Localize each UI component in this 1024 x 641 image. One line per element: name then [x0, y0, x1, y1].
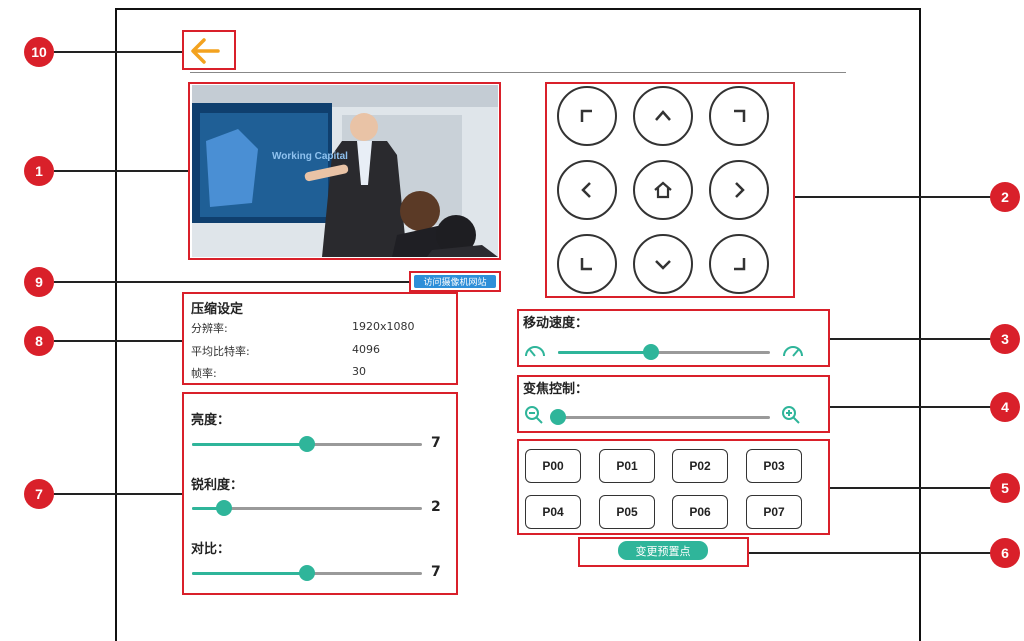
- callout-9: 9: [24, 267, 54, 297]
- callout-line-1: [54, 170, 188, 172]
- callout-line-7: [54, 493, 182, 495]
- highlight-compression: [182, 292, 458, 385]
- highlight-move-speed: [517, 309, 830, 367]
- callout-4: 4: [990, 392, 1020, 422]
- callout-1: 1: [24, 156, 54, 186]
- highlight-preview: [188, 82, 501, 260]
- callout-10: 10: [24, 37, 54, 67]
- callout-8: 8: [24, 326, 54, 356]
- callout-line-4: [830, 406, 993, 408]
- callout-6: 6: [990, 538, 1020, 568]
- callout-2: 2: [990, 182, 1020, 212]
- highlight-zoom: [517, 375, 830, 433]
- header-divider: [190, 72, 846, 73]
- highlight-ptz: [545, 82, 795, 298]
- callout-line-6: [749, 552, 993, 554]
- callout-line-5: [830, 487, 993, 489]
- highlight-image-settings: [182, 392, 458, 595]
- callout-line-2: [795, 196, 993, 198]
- callout-line-3: [830, 338, 993, 340]
- highlight-change-preset: [578, 537, 749, 567]
- callout-5: 5: [990, 473, 1020, 503]
- highlight-presets: [517, 439, 830, 535]
- highlight-back: [182, 30, 236, 70]
- highlight-visit: [409, 271, 501, 292]
- callout-7: 7: [24, 479, 54, 509]
- callout-line-8: [54, 340, 182, 342]
- callout-3: 3: [990, 324, 1020, 354]
- callout-line-9: [54, 281, 409, 283]
- callout-line-10: [54, 51, 182, 53]
